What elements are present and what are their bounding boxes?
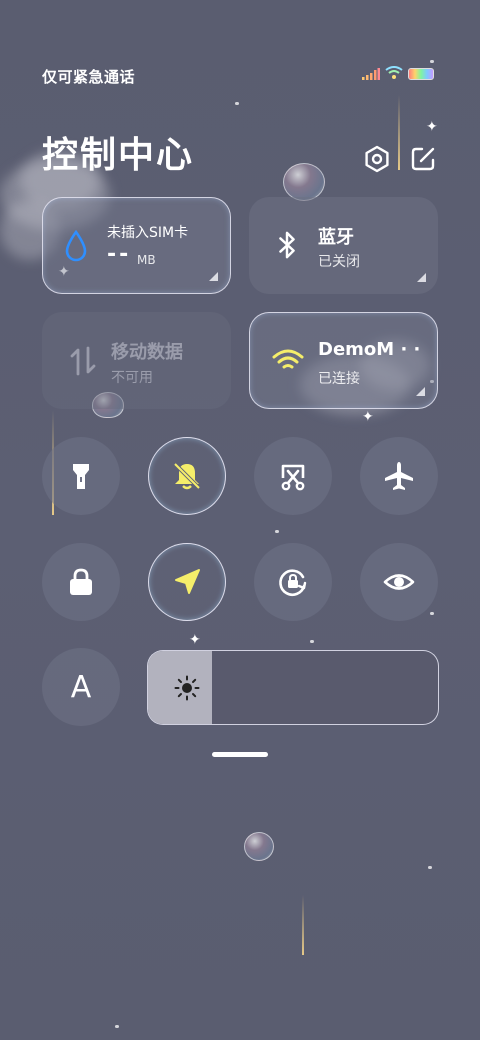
font-icon: A bbox=[70, 669, 92, 705]
flashlight-icon bbox=[73, 464, 89, 489]
edit-icon[interactable] bbox=[409, 145, 437, 173]
location-icon bbox=[175, 569, 200, 594]
bluetooth-label: 蓝牙 bbox=[318, 227, 354, 248]
flashlight-toggle[interactable] bbox=[42, 437, 120, 515]
water-drop-icon bbox=[65, 230, 87, 262]
mute-toggle[interactable] bbox=[148, 437, 226, 515]
home-indicator[interactable] bbox=[212, 752, 268, 757]
settings-icon[interactable] bbox=[362, 144, 392, 174]
brightness-slider[interactable] bbox=[147, 650, 439, 725]
battery-icon bbox=[408, 68, 434, 80]
decor-bubble bbox=[283, 163, 325, 201]
rotation-lock-toggle[interactable] bbox=[254, 543, 332, 621]
mobile-data-status: 不可用 bbox=[111, 370, 153, 386]
signal-icon bbox=[362, 68, 380, 80]
bluetooth-status: 已关闭 bbox=[318, 254, 360, 270]
rotation-lock-icon bbox=[279, 569, 307, 596]
mobile-data-label: 移动数据 bbox=[111, 342, 183, 363]
lock-icon bbox=[70, 568, 92, 595]
data-usage-card[interactable]: 未插入SIM卡 -- MB bbox=[42, 197, 231, 294]
wifi-icon bbox=[385, 66, 403, 79]
bluetooth-icon bbox=[279, 231, 295, 259]
data-arrows-icon bbox=[70, 346, 96, 376]
bluetooth-card[interactable]: 蓝牙 已关闭 bbox=[249, 197, 438, 294]
font-size-button[interactable]: A bbox=[42, 648, 120, 726]
eye-icon bbox=[383, 574, 415, 590]
airplane-toggle[interactable] bbox=[360, 437, 438, 515]
wifi-status: 已连接 bbox=[318, 371, 360, 387]
sun-icon bbox=[174, 675, 200, 701]
lock-screen-button[interactable] bbox=[42, 543, 120, 621]
airplane-icon bbox=[385, 462, 413, 490]
carrier-status: 仅可紧急通话 bbox=[42, 68, 136, 86]
eye-comfort-toggle[interactable] bbox=[360, 543, 438, 621]
wifi-network-name: DemoM · · bbox=[318, 339, 421, 360]
decor-bubble bbox=[244, 832, 274, 861]
wifi-icon bbox=[272, 349, 304, 369]
page-title: 控制中心 bbox=[42, 135, 195, 176]
mute-bell-icon bbox=[172, 461, 202, 491]
wifi-card[interactable]: DemoM · · 已连接 bbox=[249, 312, 438, 409]
screenshot-toggle[interactable] bbox=[254, 437, 332, 515]
location-toggle[interactable] bbox=[148, 543, 226, 621]
data-usage-unit: MB bbox=[137, 253, 156, 267]
sim-status: 未插入SIM卡 bbox=[107, 225, 189, 241]
mobile-data-card[interactable]: 移动数据 不可用 bbox=[42, 312, 231, 409]
data-usage-value: -- bbox=[107, 242, 132, 267]
screenshot-icon bbox=[281, 464, 305, 491]
